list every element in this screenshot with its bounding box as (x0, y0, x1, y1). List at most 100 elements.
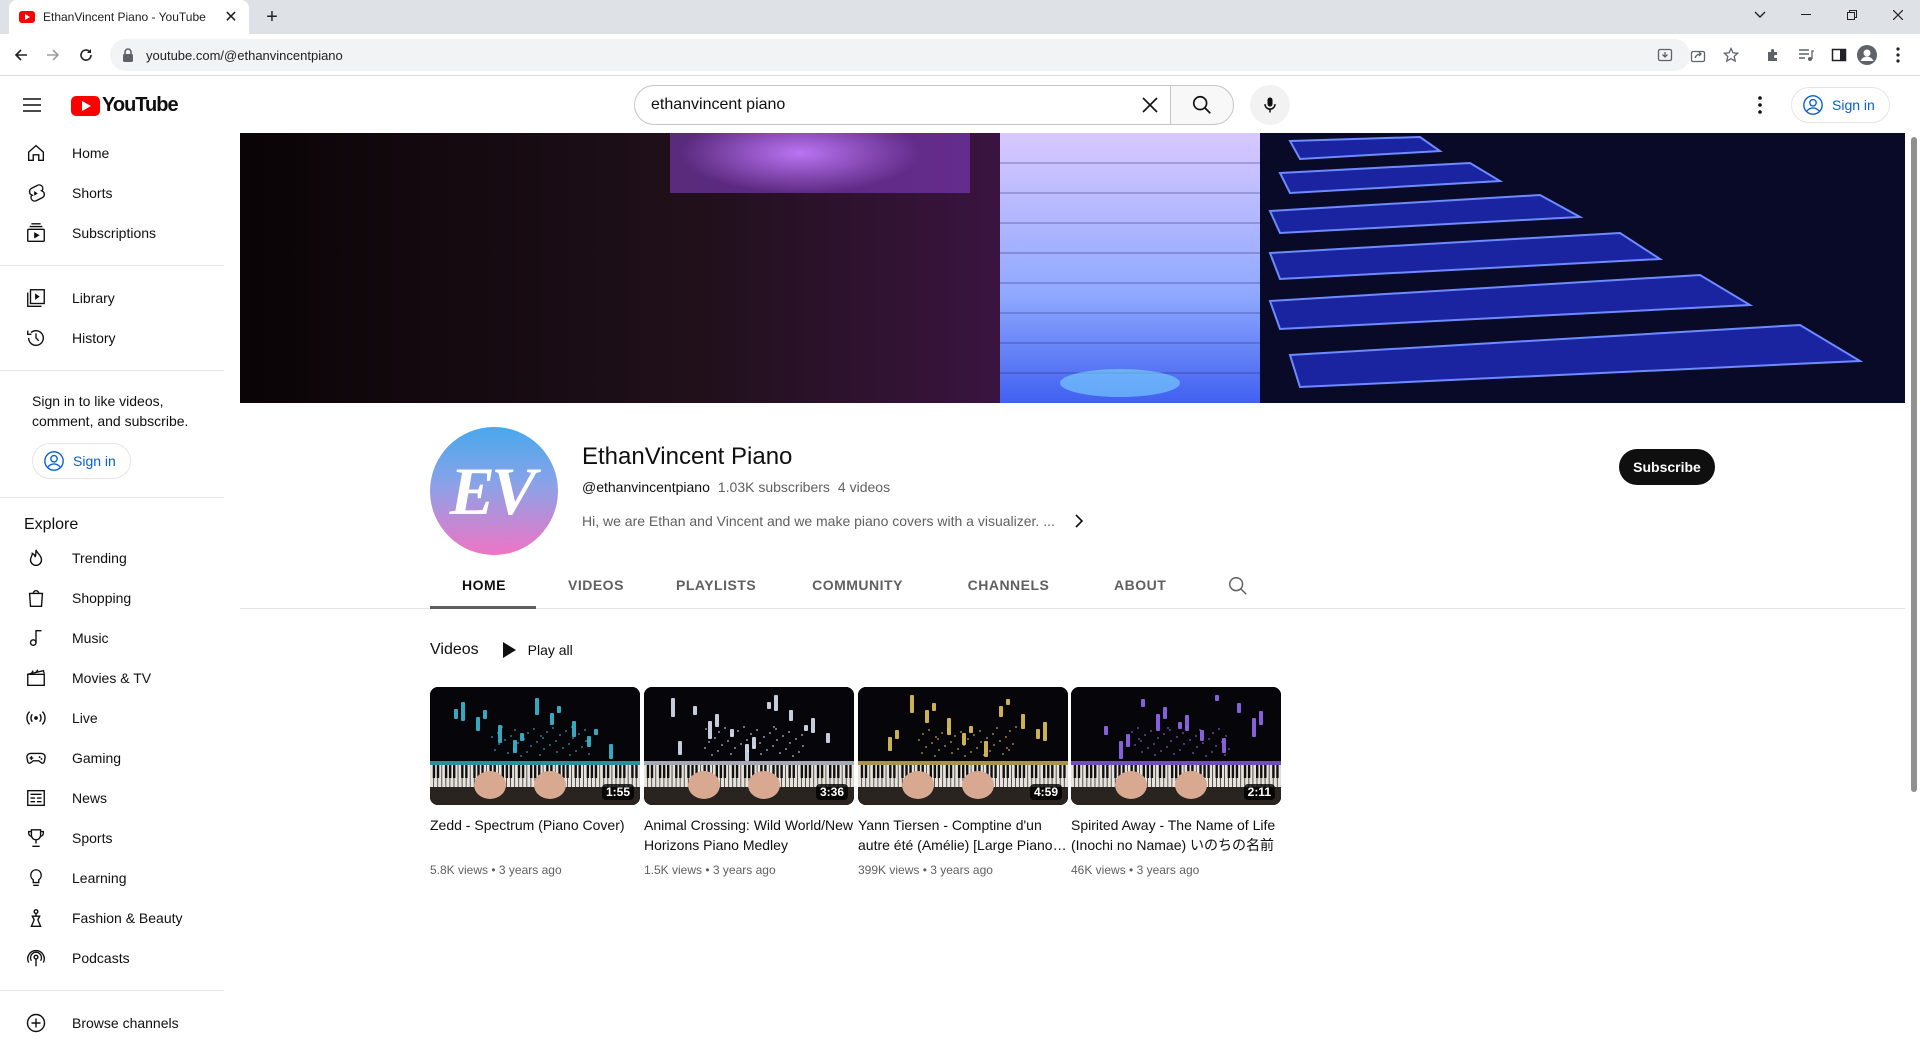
sidebar-item-label: History (72, 330, 116, 346)
play-all-button[interactable]: Play all (502, 642, 573, 658)
new-tab-button[interactable]: + (260, 5, 284, 29)
reload-button[interactable] (74, 43, 98, 67)
home-icon (24, 141, 48, 165)
youtube-logo[interactable]: YouTube (71, 94, 179, 117)
settings-menu-icon[interactable] (1748, 93, 1772, 117)
sidebar-item-shorts[interactable]: Shorts (0, 173, 224, 213)
side-panel-icon[interactable] (1829, 45, 1849, 65)
browser-menu-icon[interactable] (1888, 45, 1908, 65)
upload-age: 3 years ago (1136, 863, 1200, 877)
close-tab-icon[interactable]: ✕ (223, 7, 239, 27)
search-input[interactable] (651, 96, 1130, 114)
channel-header: EV EthanVincent Piano @ethanvincentpiano… (430, 427, 1720, 557)
sidebar-item-shopping[interactable]: Shopping (0, 578, 224, 618)
video-card[interactable]: 1:55 Zedd - Spectrum (Piano Cover) 5.8K vi… (430, 687, 640, 877)
url-text: youtube.com/@ethanvincentpiano (146, 47, 343, 63)
video-title[interactable]: Zedd - Spectrum (Piano Cover) (430, 815, 640, 855)
video-title[interactable]: Yann Tiersen - Comptine d'un autre été (… (858, 815, 1068, 855)
live-icon (24, 706, 48, 730)
shelf-title[interactable]: Videos (430, 641, 479, 659)
lock-icon[interactable] (122, 48, 136, 62)
sidebar-item-subscriptions[interactable]: Subscriptions (0, 213, 224, 253)
voice-search-button[interactable] (1250, 85, 1290, 125)
channel-meta: @ethanvincentpiano 1.03K subscribers 4 v… (582, 479, 890, 495)
tab-playlists[interactable]: PLAYLISTS (644, 567, 780, 609)
close-window-button[interactable] (1875, 0, 1920, 30)
share-icon[interactable] (1688, 45, 1708, 65)
profile-avatar-icon[interactable] (1857, 45, 1877, 65)
logo-text: YouTube (102, 94, 179, 116)
video-metadata: 399K views • 3 years ago (858, 863, 1068, 877)
tab-about[interactable]: ABOUT (1082, 567, 1198, 609)
install-app-icon[interactable] (1655, 45, 1675, 65)
sidebar-item-library[interactable]: Library (0, 278, 224, 318)
tab-channels[interactable]: CHANNELS (935, 567, 1082, 609)
video-metadata: 5.8K views • 3 years ago (430, 863, 640, 877)
sidebar-item-sports[interactable]: Sports (0, 818, 224, 858)
channel-banner (240, 133, 1905, 403)
video-card[interactable]: 4:59 Yann Tiersen - Comptine d'un autre é… (858, 687, 1068, 877)
tab-title: EthanVincent Piano - YouTube (43, 10, 206, 24)
sidebar-item-learning[interactable]: Learning (0, 858, 224, 898)
chevron-right-icon[interactable] (1069, 511, 1089, 531)
channel-avatar[interactable]: EV (430, 427, 558, 555)
sidebar-item-history[interactable]: History (0, 318, 224, 358)
address-bar[interactable]: youtube.com/@ethanvincentpiano (110, 39, 1690, 71)
tab-search-icon[interactable] (1737, 0, 1783, 30)
video-thumbnail[interactable]: 1:55 (430, 687, 640, 805)
search-box (634, 85, 1170, 125)
clear-search-icon[interactable] (1130, 85, 1170, 125)
sidebar-item-trending[interactable]: Trending (0, 538, 224, 578)
sidebar-item-label: Movies & TV (72, 670, 152, 686)
add-circle-icon (24, 1011, 48, 1035)
sidebar-item-live[interactable]: Live (0, 698, 224, 738)
upload-age: 3 years ago (498, 863, 562, 877)
restore-button[interactable] (1829, 0, 1875, 30)
video-duration: 3:36 (815, 784, 848, 800)
video-thumbnail[interactable]: 3:36 (644, 687, 854, 805)
fashion-icon (24, 906, 48, 930)
bookmark-star-icon[interactable] (1721, 45, 1741, 65)
video-metadata: 1.5K views • 3 years ago (644, 863, 854, 877)
sidebar-item-music[interactable]: Music (0, 618, 224, 658)
tab-community[interactable]: COMMUNITY (780, 567, 935, 609)
meta-separator: • (1125, 863, 1137, 877)
tab-home[interactable]: HOME (430, 567, 536, 609)
guide-menu-icon[interactable] (20, 93, 44, 117)
channel-description[interactable]: Hi, we are Ethan and Vincent and we make… (582, 511, 1089, 531)
sidebar-item-label: News (72, 790, 108, 806)
video-title[interactable]: Animal Crossing: Wild World/New Horizons… (644, 815, 854, 855)
subscribe-button[interactable]: Subscribe (1619, 449, 1715, 485)
video-card[interactable]: 2:11 Spirited Away - The Name of Life (In… (1071, 687, 1281, 877)
media-controls-icon[interactable] (1796, 45, 1816, 65)
sidebar-item-podcasts[interactable]: Podcasts (0, 938, 224, 978)
extensions-icon[interactable] (1763, 45, 1783, 65)
forward-button[interactable] (41, 43, 65, 67)
sidebar-item-label: Shorts (72, 185, 113, 201)
divider (0, 370, 224, 371)
sidebar-item-movies-tv[interactable]: Movies & TV (0, 658, 224, 698)
minimize-button[interactable] (1783, 0, 1829, 30)
library-icon (24, 286, 48, 310)
sidebar-item-fashion-beauty[interactable]: Fashion & Beauty (0, 898, 224, 938)
back-button[interactable] (9, 43, 33, 67)
sidebar-item-label: Library (72, 290, 115, 306)
sidebar-item-news[interactable]: News (0, 778, 224, 818)
search-icon (1192, 95, 1211, 114)
sidebar-item-browse-channels[interactable]: Browse channels (0, 1003, 224, 1040)
video-thumbnail[interactable]: 2:11 (1071, 687, 1281, 805)
video-title[interactable]: Spirited Away - The Name of Life (Inochi… (1071, 815, 1281, 855)
scrollbar[interactable] (1908, 133, 1920, 1040)
search-button[interactable] (1170, 85, 1234, 125)
sidebar-item-gaming[interactable]: Gaming (0, 738, 224, 778)
podcasts-icon (24, 946, 48, 970)
sidebar-sign-in-button[interactable]: Sign in (32, 443, 131, 479)
video-thumbnail[interactable]: 4:59 (858, 687, 1068, 805)
sidebar-item-home[interactable]: Home (0, 133, 224, 173)
sign-in-button[interactable]: Sign in (1791, 87, 1890, 123)
scrollbar-thumb[interactable] (1911, 137, 1917, 792)
tab-videos[interactable]: VIDEOS (536, 567, 644, 609)
channel-search-icon[interactable] (1227, 575, 1251, 599)
video-card[interactable]: 3:36 Animal Crossing: Wild World/New Hori… (644, 687, 854, 877)
browser-tab[interactable]: EthanVincent Piano - YouTube ✕ (9, 0, 249, 34)
